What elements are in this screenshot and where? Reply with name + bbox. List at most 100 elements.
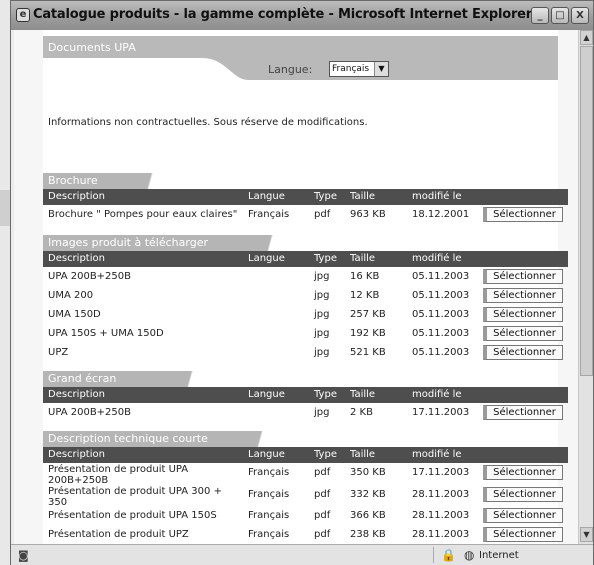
cell-type: jpg (314, 290, 330, 301)
column-header-desc: Description (48, 253, 105, 264)
column-header-lang: Langue (248, 253, 285, 264)
cell-type: jpg (314, 347, 330, 358)
cell-type: jpg (314, 271, 330, 282)
cell-lang: Français (248, 510, 290, 521)
page-viewport: Documents UPA Langue: Français ▼ Informa… (14, 30, 578, 544)
cell-desc: Présentation de produit UPA 150S (48, 510, 217, 521)
ie-logo-icon: e (16, 8, 30, 22)
table-row: Présentation de produit UPA 300 + 350 Fra… (43, 485, 568, 508)
cell-date: 17.11.2003 (412, 467, 470, 478)
cell-desc: UMA 200 (48, 290, 94, 301)
maximize-button[interactable]: □ (551, 7, 569, 24)
column-header-lang: Langue (248, 449, 285, 460)
cell-size: 963 KB (350, 209, 386, 220)
column-header-date: modifié le (412, 191, 462, 202)
column-header-date: modifié le (412, 253, 462, 264)
section-title: Brochure (43, 173, 143, 189)
cell-lang: Français (248, 467, 290, 478)
table-row: UMA 150D jpg 257 KB 05.11.2003 Sélectionner (43, 305, 568, 324)
cell-type: pdf (314, 467, 331, 478)
disclaimer-text: Informations non contractuelles. Sous ré… (48, 117, 368, 128)
minimize-button[interactable]: _ (531, 7, 549, 24)
cell-type: pdf (314, 209, 331, 220)
globe-icon: ◍ (464, 548, 475, 562)
cell-type: pdf (314, 489, 331, 500)
cell-lang: Français (248, 209, 290, 220)
table-row: UPA 200B+250B jpg 16 KB 05.11.2003 Sélection… (43, 267, 568, 286)
table-header: Description Langue Type Taille modifié le (43, 447, 568, 463)
select-button[interactable]: Sélectionner (483, 288, 563, 303)
cell-size: 350 KB (350, 467, 386, 478)
language-label: Langue: (268, 63, 313, 76)
cell-desc: Présentation de produit UPA 300 + 350 (48, 486, 222, 508)
cell-size: 366 KB (350, 510, 386, 521)
cell-desc: UPA 200B+250B (48, 407, 132, 418)
column-header-type: Type (314, 191, 337, 202)
section-tab-edge (263, 235, 277, 251)
column-header-lang: Langue (248, 191, 285, 202)
cell-date: 17.11.2003 (412, 407, 470, 418)
column-header-type: Type (314, 389, 337, 400)
column-header-date: modifié le (412, 449, 462, 460)
section-title: Grand écran (43, 371, 183, 387)
cell-desc: Présentation de produit UPZ (48, 529, 189, 540)
select-button[interactable]: Sélectionner (483, 527, 563, 542)
language-select-value: Français (332, 64, 370, 74)
table-row: Présentation de produit UPZ Français pdf 23… (43, 525, 568, 544)
documents-title: Documents UPA (48, 41, 136, 54)
status-divider (433, 547, 434, 563)
table-row: Présentation de produit UPA 150S Français… (43, 506, 568, 525)
table-header: Description Langue Type Taille modifié le (43, 189, 568, 205)
select-button[interactable]: Sélectionner (483, 269, 563, 284)
select-button[interactable]: Sélectionner (483, 465, 563, 480)
column-header-desc: Description (48, 191, 105, 202)
cell-type: jpg (314, 328, 330, 339)
status-bar: ◙ 🔒 ◍ Internet (11, 544, 593, 565)
title-bar[interactable]: e Catalogue produits - la gamme complète… (11, 1, 593, 30)
cell-size: 332 KB (350, 489, 386, 500)
cell-lang: Français (248, 529, 290, 540)
cell-desc: Brochure " Pompes pour eaux claires" (48, 209, 238, 220)
language-select[interactable]: Français ▼ (329, 61, 389, 77)
ie-page-icon: ◙ (18, 549, 29, 562)
ie-window: e Catalogue produits - la gamme complète… (10, 0, 594, 565)
select-button[interactable]: Sélectionner (483, 207, 563, 222)
select-button[interactable]: Sélectionner (483, 487, 563, 502)
select-button[interactable]: Sélectionner (483, 345, 563, 360)
table-header: Description Langue Type Taille modifié le (43, 251, 568, 267)
cell-desc: UPZ (48, 347, 69, 358)
select-button[interactable]: Sélectionner (483, 405, 563, 420)
scroll-down-arrow-icon[interactable]: ▼ (580, 527, 593, 542)
scrollbar-thumb[interactable] (580, 46, 593, 376)
cell-desc: UMA 150D (48, 309, 101, 320)
column-header-type: Type (314, 253, 337, 264)
cell-date: 05.11.2003 (412, 290, 470, 301)
column-header-desc: Description (48, 389, 105, 400)
cell-size: 192 KB (350, 328, 386, 339)
window-title: Catalogue produits - la gamme complète -… (33, 7, 533, 22)
column-header-date: modifié le (412, 389, 462, 400)
cell-date: 05.11.2003 (412, 271, 470, 282)
column-header-size: Taille (350, 191, 376, 202)
section-tab-edge (183, 371, 197, 387)
section-tab-edge (253, 431, 267, 447)
cell-size: 16 KB (350, 271, 380, 282)
cell-date: 18.12.2001 (412, 209, 470, 220)
cell-size: 238 KB (350, 529, 386, 540)
table-row: UPA 200B+250B jpg 2 KB 17.11.2003 Sélectionn… (43, 403, 568, 422)
column-header-size: Taille (350, 449, 376, 460)
column-header-type: Type (314, 449, 337, 460)
cell-lang: Français (248, 489, 290, 500)
select-button[interactable]: Sélectionner (483, 508, 563, 523)
select-button[interactable]: Sélectionner (483, 307, 563, 322)
vertical-scrollbar[interactable]: ▲ ▼ (578, 30, 593, 544)
select-button[interactable]: Sélectionner (483, 326, 563, 341)
dropdown-arrow-icon[interactable]: ▼ (374, 62, 388, 76)
close-button[interactable]: X (571, 7, 589, 24)
scroll-up-arrow-icon[interactable]: ▲ (580, 30, 593, 45)
cell-date: 28.11.2003 (412, 529, 470, 540)
section-title: Description technique courte (43, 431, 253, 447)
security-zone-label: Internet (479, 550, 519, 561)
cell-size: 521 KB (350, 347, 386, 358)
table-header: Description Langue Type Taille modifié le (43, 387, 568, 403)
